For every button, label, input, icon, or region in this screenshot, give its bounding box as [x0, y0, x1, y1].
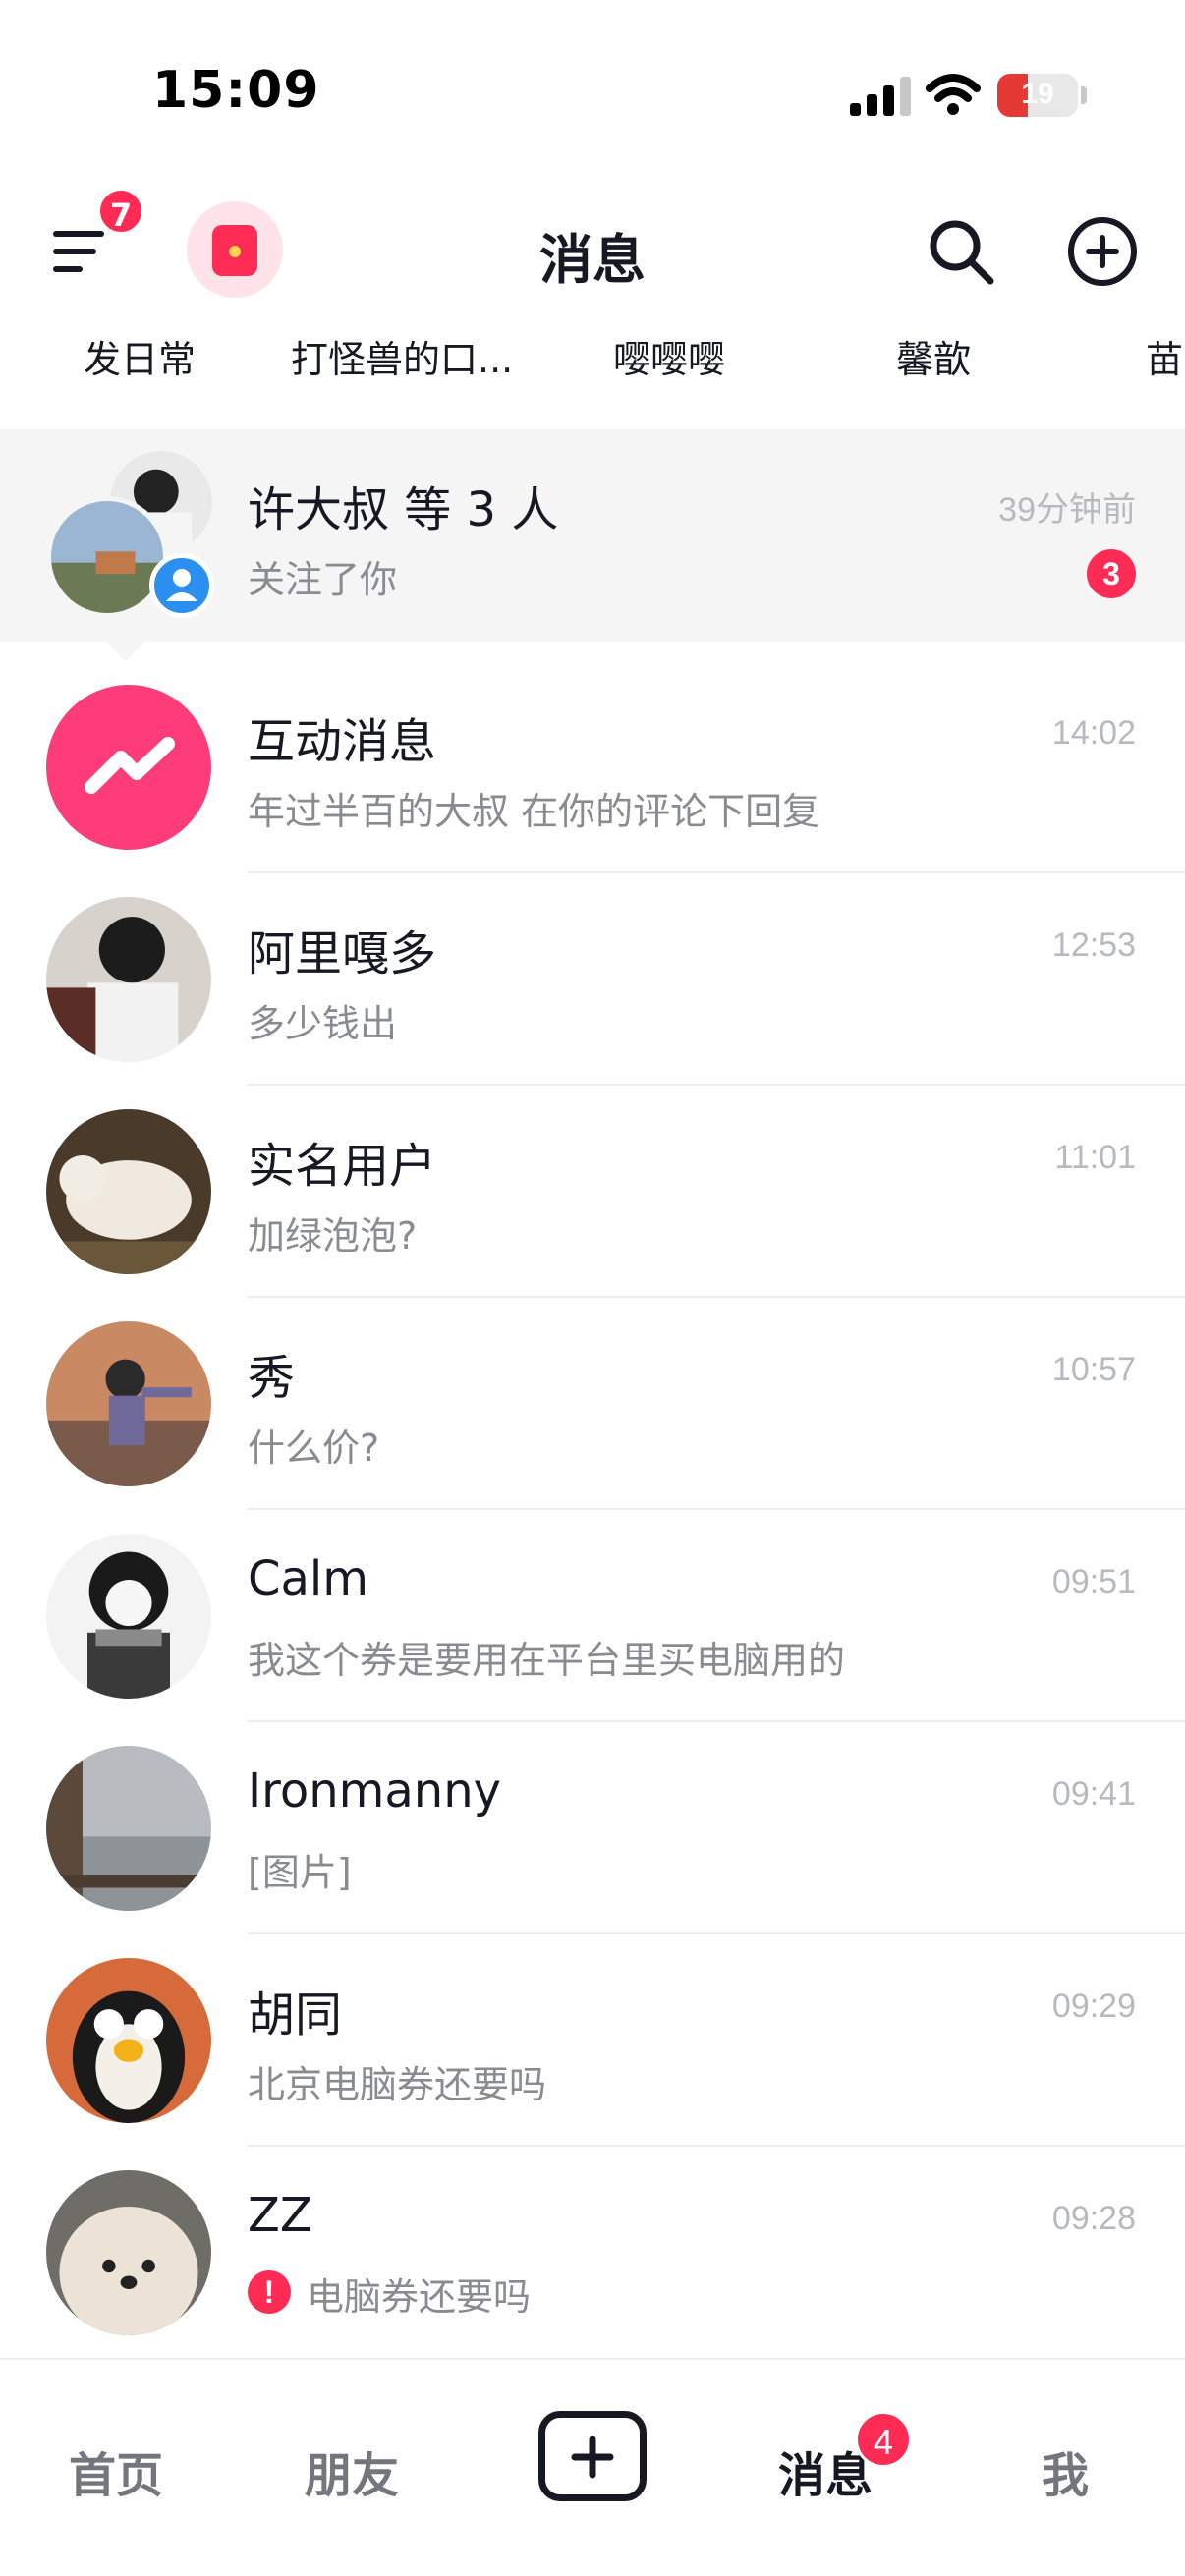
- list-item[interactable]: 秀 什么价? 10:57: [0, 1298, 1185, 1510]
- message-preview: 北京电脑券还要吗: [248, 2063, 547, 2106]
- highlight-pointer: [106, 642, 145, 661]
- avatar: [46, 1746, 211, 1911]
- message-preview: 什么价?: [248, 1427, 380, 1470]
- messages-badge: 4: [855, 2411, 912, 2468]
- message-preview: [图片]: [248, 1851, 352, 1894]
- list-item-interactions[interactable]: 互动消息 年过半百的大叔 在你的评论下回复 14:02: [0, 661, 1185, 873]
- avatar: [46, 2170, 211, 2335]
- message-name: 胡同: [248, 1988, 343, 2043]
- list-item[interactable]: 胡同 北京电脑券还要吗 09:29: [0, 1934, 1185, 2147]
- signal-icon: [850, 77, 911, 116]
- follower-user-icon: [149, 553, 214, 618]
- list-item-new-followers[interactable]: 许大叔 等 3 人 关注了你 39分钟前 3: [0, 429, 1185, 642]
- list-item[interactable]: 实名用户 加绿泡泡? 11:01: [0, 1086, 1185, 1298]
- plus-icon: [571, 2436, 614, 2479]
- message-time: 14:02: [1051, 714, 1136, 752]
- message-name: Ironmanny: [248, 1764, 502, 1819]
- add-circle-icon[interactable]: [1065, 214, 1140, 289]
- message-name: 阿里嘎多: [248, 926, 437, 981]
- story-item[interactable]: 苗: [1146, 329, 1183, 383]
- avatar: [46, 1109, 211, 1274]
- status-bar: 15:09 19: [0, 0, 1185, 187]
- message-preview: 电脑券还要吗: [307, 2275, 532, 2319]
- search-icon[interactable]: [924, 214, 998, 289]
- story-item[interactable]: 发日常: [84, 329, 196, 383]
- message-name: 互动消息: [248, 714, 437, 769]
- status-time: 15:09: [152, 61, 320, 120]
- message-preview: 关注了你: [248, 558, 398, 601]
- message-time: 09:28: [1051, 2200, 1136, 2237]
- avatar: [46, 897, 211, 1062]
- list-item[interactable]: 阿里嘎多 多少钱出 12:53: [0, 873, 1185, 1086]
- bottom-tab-bar: 首页 朋友 消息 4 我: [0, 2358, 1185, 2576]
- warning-icon: !: [248, 2270, 291, 2314]
- battery-indicator: 19: [997, 74, 1078, 117]
- list-item[interactable]: Ironmanny [图片] 09:41: [0, 1722, 1185, 1934]
- message-preview: 多少钱出: [248, 1002, 398, 1045]
- unread-count-badge: 3: [1087, 549, 1136, 598]
- interaction-icon: [46, 685, 211, 850]
- battery-nub: [1081, 86, 1087, 104]
- message-preview: 我这个券是要用在平台里买电脑用的: [248, 1639, 846, 1682]
- avatar: [46, 1321, 211, 1486]
- message-name: Calm: [248, 1551, 369, 1606]
- tab-home[interactable]: 首页: [69, 2436, 163, 2505]
- message-time: 09:41: [1051, 1775, 1136, 1813]
- story-item[interactable]: 馨歆: [896, 329, 971, 383]
- message-time: 11:01: [1054, 1139, 1136, 1176]
- message-time: 12:53: [1051, 926, 1136, 964]
- tab-friends[interactable]: 朋友: [305, 2436, 399, 2505]
- message-name: 实名用户: [248, 1139, 437, 1194]
- stories-row: 发日常 打怪兽的口... 嘤嘤嘤 馨歆 苗: [0, 329, 1185, 388]
- message-time: 39分钟前: [998, 491, 1136, 529]
- message-name: ZZ: [248, 2188, 312, 2243]
- message-preview: 加绿泡泡?: [248, 1214, 418, 1258]
- message-name: 许大叔 等 3 人: [248, 482, 559, 537]
- page-title: 消息: [539, 229, 646, 291]
- list-item[interactable]: Calm 我这个券是要用在平台里买电脑用的 09:51: [0, 1510, 1185, 1722]
- list-item[interactable]: ZZ ! 电脑券还要吗 09:28: [0, 2147, 1185, 2359]
- avatar: [46, 496, 168, 618]
- story-item[interactable]: 打怪兽的口...: [291, 329, 513, 383]
- tab-me[interactable]: 我: [1042, 2436, 1089, 2505]
- header: 7 消息: [0, 187, 1185, 314]
- message-time: 09:29: [1051, 1988, 1136, 2025]
- battery-level: 19: [1021, 78, 1054, 110]
- story-item[interactable]: 嘤嘤嘤: [613, 329, 725, 383]
- create-button[interactable]: [538, 2411, 647, 2501]
- message-time: 09:51: [1051, 1563, 1136, 1600]
- avatar: [46, 1534, 211, 1699]
- message-preview: 年过半百的大叔 在你的评论下回复: [248, 790, 820, 833]
- message-time: 10:57: [1051, 1351, 1136, 1388]
- wifi-icon: [926, 74, 981, 115]
- message-name: 秀: [248, 1351, 296, 1406]
- avatar: [46, 1958, 211, 2123]
